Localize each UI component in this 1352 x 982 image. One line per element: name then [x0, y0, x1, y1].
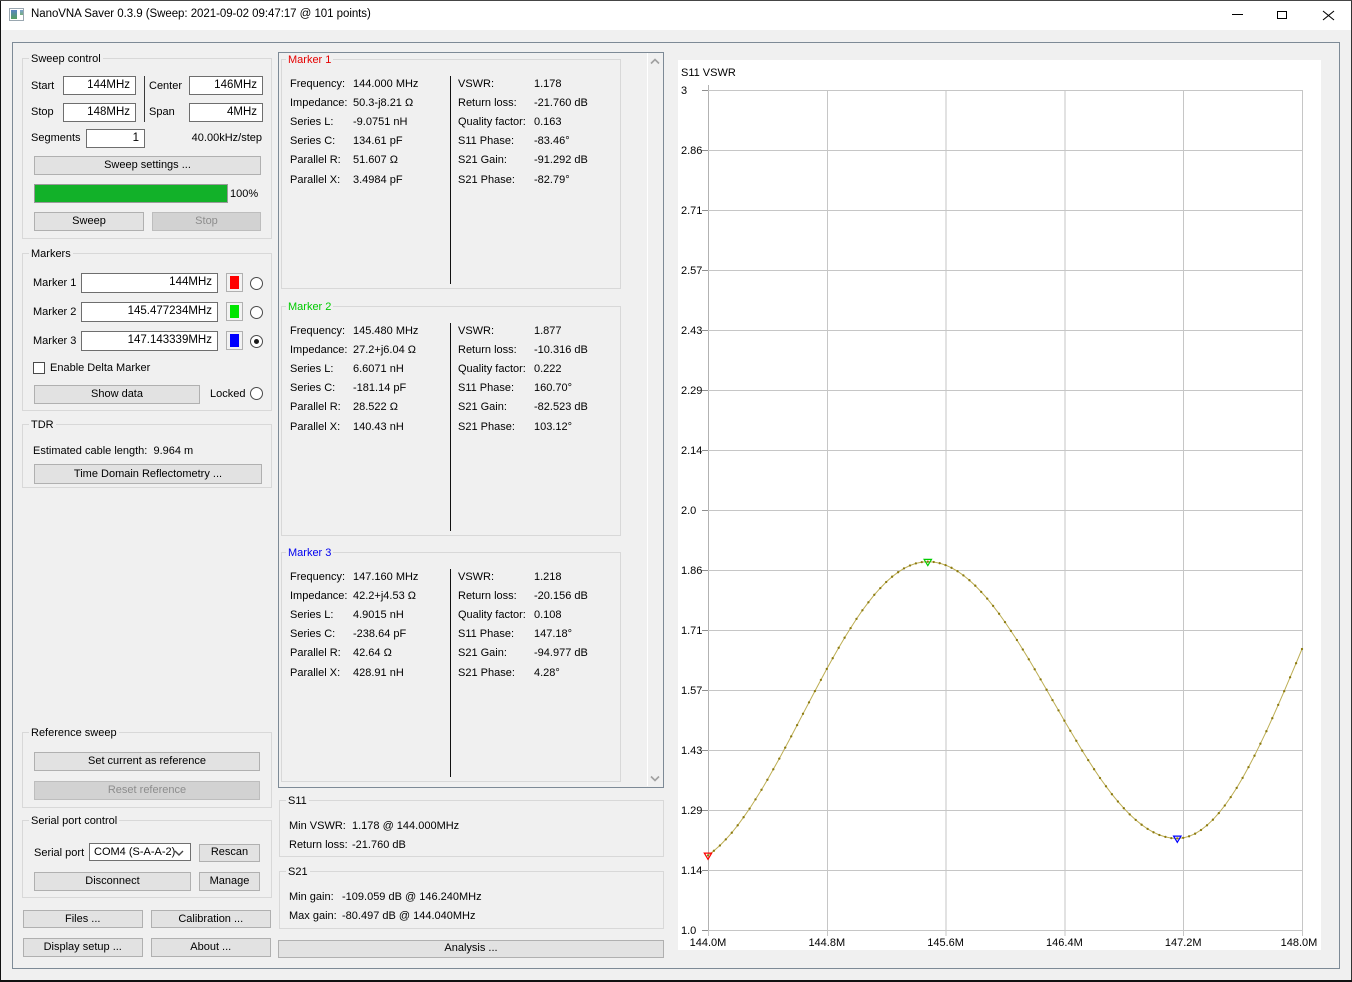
- svg-text:2.57: 2.57: [681, 265, 702, 277]
- svg-text:2.29: 2.29: [681, 385, 702, 397]
- svg-text:144.0M: 144.0M: [690, 937, 727, 949]
- svg-text:145.6M: 145.6M: [927, 937, 964, 949]
- svg-text:1.14: 1.14: [681, 865, 702, 877]
- svg-text:1.86: 1.86: [681, 565, 702, 577]
- svg-text:147.2M: 147.2M: [1165, 937, 1202, 949]
- svg-text:1.0: 1.0: [681, 925, 696, 937]
- svg-text:1.43: 1.43: [681, 745, 702, 757]
- svg-text:146.4M: 146.4M: [1046, 937, 1083, 949]
- svg-text:2.71: 2.71: [681, 205, 702, 217]
- svg-text:2.0: 2.0: [681, 505, 696, 517]
- svg-text:3: 3: [681, 85, 687, 97]
- svg-text:S11 VSWR: S11 VSWR: [681, 67, 736, 79]
- svg-text:144.8M: 144.8M: [808, 937, 845, 949]
- svg-text:1.29: 1.29: [681, 805, 702, 817]
- svg-text:148.0M: 148.0M: [1281, 937, 1318, 949]
- svg-text:1.71: 1.71: [681, 625, 702, 637]
- svg-text:2.43: 2.43: [681, 325, 702, 337]
- svg-text:2.86: 2.86: [681, 145, 702, 157]
- svg-text:1.57: 1.57: [681, 685, 702, 697]
- svg-text:2.14: 2.14: [681, 445, 702, 457]
